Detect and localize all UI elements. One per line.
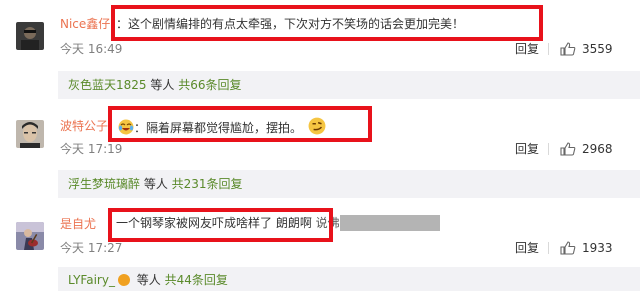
avatar-dark-figure-icon	[16, 22, 44, 50]
comment-username[interactable]: Nice鑫仔	[60, 17, 110, 31]
reply-user-badge-icon	[117, 274, 130, 286]
avatar-guitar-player-icon	[16, 222, 44, 250]
thumbs-up-icon	[560, 42, 576, 56]
reply-count-link[interactable]: 共66条回复	[178, 78, 241, 92]
comment-time: 今天 17:19	[60, 142, 123, 156]
thumbs-up-icon	[560, 142, 576, 156]
comment-time: 今天 17:27	[60, 241, 123, 255]
reply-etc: 等人	[146, 78, 179, 92]
highlight-box	[108, 106, 372, 142]
replies-summary-text: 灰色蓝天1825 等人 共66条回复	[68, 78, 241, 92]
divider	[548, 43, 549, 55]
like-count: 3559	[582, 42, 613, 56]
like-count: 2968	[582, 142, 613, 156]
reply-count-link[interactable]: 共231条回复	[172, 177, 243, 191]
reply-user-link[interactable]: 灰色蓝天1825	[68, 78, 147, 92]
like-count: 1933	[582, 241, 613, 255]
replies-summary-text: 浮生梦琉璃醉 等人 共231条回复	[68, 177, 243, 191]
reply-etc: 等人	[132, 273, 165, 287]
like-button[interactable]: 1933	[560, 241, 613, 255]
thumbs-up-icon	[560, 241, 576, 255]
user-avatar[interactable]	[16, 22, 44, 50]
reply-button[interactable]: 回复	[515, 241, 539, 255]
comment-item: 是自尤 一个钢琴家被网友吓成啥样了 朗朗啊 说佛 今天 17:27 回复 193…	[0, 195, 640, 291]
reply-button[interactable]: 回复	[515, 142, 539, 156]
avatar-face-portrait-icon	[16, 120, 44, 148]
reply-etc: 等人	[140, 177, 172, 191]
reply-user-link[interactable]: 浮生梦琉璃醉	[68, 177, 140, 191]
comment-item: Nice鑫仔 ：这个剧情编排的有点太牵强，下次对方不笑场的话会更加完美！ 今天 …	[0, 0, 640, 99]
reply-count-link[interactable]: 共44条回复	[165, 273, 228, 287]
replies-summary[interactable]: 浮生梦琉璃醉 等人 共231条回复	[58, 170, 640, 198]
replies-summary-text: LYFairy_ 等人 共44条回复	[68, 273, 228, 287]
reply-user-link[interactable]: LYFairy_	[68, 273, 115, 287]
reply-button[interactable]: 回复	[515, 42, 539, 56]
like-button[interactable]: 3559	[560, 42, 613, 56]
replies-summary[interactable]: LYFairy_ 等人 共44条回复	[58, 267, 640, 291]
divider	[548, 143, 549, 155]
comment-username[interactable]: 是自尤	[60, 217, 96, 231]
comment-time: 今天 16:49	[60, 42, 123, 56]
redacted-block	[339, 215, 440, 231]
comment-username[interactable]: 波特公子	[60, 119, 108, 133]
comment-item: 波特公子 ：隔着屏幕都觉得尴尬，摆拍。 今天 17:19 回复 2968 浮生梦…	[0, 95, 640, 198]
user-avatar[interactable]	[16, 120, 44, 148]
divider	[548, 242, 549, 254]
highlight-box	[111, 5, 543, 41]
highlight-box	[108, 208, 333, 242]
like-button[interactable]: 2968	[560, 142, 613, 156]
user-avatar[interactable]	[16, 222, 44, 250]
